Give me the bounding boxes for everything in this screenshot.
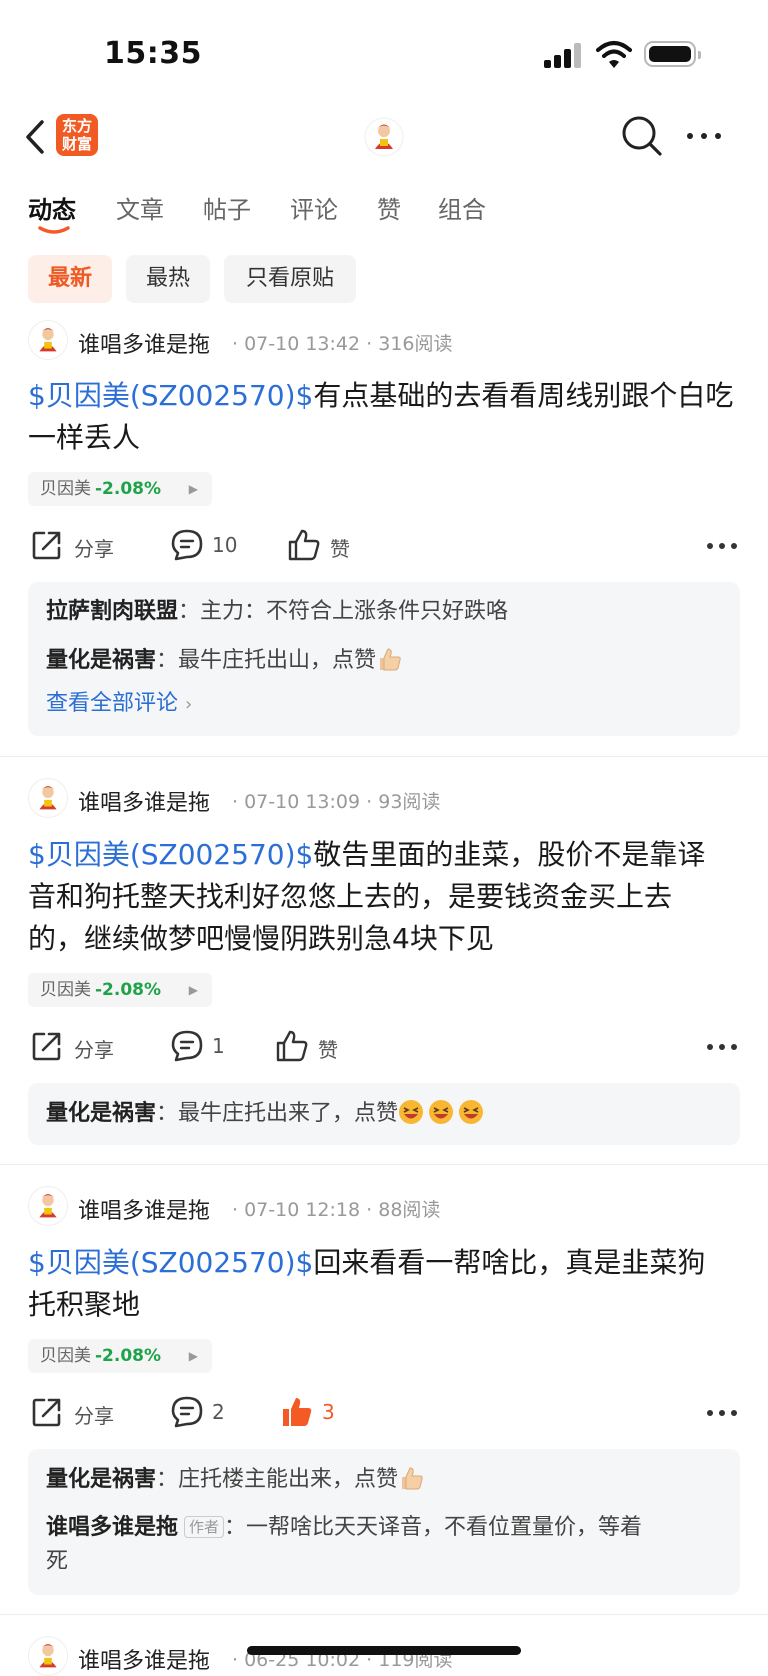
stock-link[interactable]: $贝因美(SZ002570)$	[28, 838, 313, 871]
tab-portfolio[interactable]: 组合	[438, 190, 486, 225]
post-divider	[0, 1164, 768, 1165]
like-label[interactable]: 赞	[330, 533, 350, 562]
share-label[interactable]: 分享	[74, 533, 114, 562]
app-logo[interactable]: 东方 财富	[56, 114, 98, 156]
tab-articles[interactable]: 文章	[116, 190, 164, 225]
filter-original-only[interactable]: 只看原贴	[224, 255, 356, 303]
active-tab-indicator	[38, 226, 70, 234]
thumb-up-icon[interactable]	[287, 528, 321, 562]
thumb-up-icon[interactable]	[275, 1029, 309, 1063]
thumbs-up-emoji-icon	[380, 648, 401, 671]
filter-latest[interactable]: 最新	[28, 255, 112, 303]
post-divider	[0, 756, 768, 757]
wifi-icon	[596, 41, 632, 68]
comment-item[interactable]: 量化是祸害：最牛庄托出山，点赞	[46, 644, 722, 678]
stock-tag[interactable]: 贝因美 -2.08% ▶	[28, 1339, 212, 1373]
triangle-right-icon: ▶	[188, 1349, 198, 1363]
author-badge: 作者	[184, 1516, 225, 1538]
laughing-emoji-icon	[459, 1100, 484, 1124]
comment-count[interactable]: 2	[212, 1400, 225, 1424]
post-meta: · 07-10 13:42 · 316阅读	[232, 333, 453, 355]
laughing-emoji-icon	[429, 1100, 454, 1124]
comment-box: 量化是祸害：最牛庄托出来了，点赞	[28, 1083, 740, 1145]
share-icon[interactable]	[30, 1029, 64, 1063]
post-content[interactable]: $贝因美(SZ002570)$敬告里面的韭菜，股价不是靠译 音和狗托整天找利好忽…	[28, 834, 740, 960]
post-more-icon[interactable]	[706, 541, 738, 551]
comment-count[interactable]: 1	[212, 1034, 225, 1058]
post-avatar-icon[interactable]	[28, 778, 68, 818]
laughing-emoji-icon	[399, 1100, 424, 1124]
chevron-right-icon: ›	[185, 694, 193, 715]
share-icon[interactable]	[30, 528, 64, 562]
post-content[interactable]: $贝因美(SZ002570)$有点基础的去看看周线别跟个白吃一样丢人	[28, 375, 740, 459]
post-username[interactable]: 谁唱多谁是拖	[78, 1193, 210, 1225]
share-label[interactable]: 分享	[74, 1400, 114, 1429]
stock-link[interactable]: $贝因美(SZ002570)$	[28, 1246, 313, 1279]
comment-box: 量化是祸害：庄托楼主能出来，点赞 谁唱多谁是拖 作者 ：一帮啥比天天译音，不看位置量…	[28, 1449, 740, 1595]
triangle-right-icon: ▶	[188, 482, 198, 496]
comment-item[interactable]: 量化是祸害：庄托楼主能出来，点赞	[46, 1463, 722, 1497]
post-meta: · 07-10 13:09 · 93阅读	[232, 791, 441, 813]
triangle-right-icon: ▶	[188, 983, 198, 997]
post-content[interactable]: $贝因美(SZ002570)$回来看看一帮啥比，真是韭菜狗 托积聚地	[28, 1242, 740, 1326]
like-count[interactable]: 3	[322, 1400, 335, 1424]
comment-item[interactable]: 拉萨割肉联盟：主力：不符合上涨条件只好跌咯	[46, 595, 722, 629]
like-label[interactable]: 赞	[318, 1034, 338, 1063]
share-icon[interactable]	[30, 1395, 64, 1429]
more-menu-icon[interactable]	[684, 126, 728, 146]
comment-count[interactable]: 10	[212, 533, 237, 557]
post-avatar-icon[interactable]	[28, 1186, 68, 1226]
post-username[interactable]: 谁唱多谁是拖	[78, 327, 210, 359]
post-username[interactable]: 谁唱多谁是拖	[78, 785, 210, 817]
comment-icon[interactable]	[170, 1029, 204, 1063]
comment-icon[interactable]	[170, 528, 204, 562]
view-all-comments-link[interactable]: 查看全部评论 ›	[46, 687, 722, 722]
home-indicator[interactable]	[247, 1646, 521, 1655]
thumb-up-filled-icon[interactable]	[280, 1395, 314, 1429]
post-avatar-icon[interactable]	[28, 320, 68, 360]
stock-link[interactable]: $贝因美(SZ002570)$	[28, 379, 313, 412]
back-chevron-icon[interactable]	[22, 118, 48, 156]
filter-hottest[interactable]: 最热	[126, 255, 210, 303]
comment-icon[interactable]	[170, 1395, 204, 1429]
share-label[interactable]: 分享	[74, 1034, 114, 1063]
post-username[interactable]: 谁唱多谁是拖	[78, 1643, 210, 1675]
tab-posts[interactable]: 帖子	[203, 190, 251, 225]
battery-icon	[644, 41, 701, 67]
thumbs-up-emoji-icon	[402, 1467, 423, 1490]
status-time: 15:35	[104, 36, 202, 71]
post-divider	[0, 1614, 768, 1615]
post-more-icon[interactable]	[706, 1408, 738, 1418]
stock-tag[interactable]: 贝因美 -2.08% ▶	[28, 472, 212, 506]
search-icon[interactable]	[620, 114, 664, 158]
tab-likes[interactable]: 赞	[377, 190, 401, 225]
user-avatar-icon[interactable]	[364, 117, 404, 157]
tab-comments[interactable]: 评论	[290, 190, 338, 225]
post-avatar-icon[interactable]	[28, 1636, 68, 1676]
comment-item[interactable]: 量化是祸害：最牛庄托出来了，点赞	[46, 1097, 722, 1131]
cellular-signal-icon	[544, 42, 584, 68]
comment-box: 拉萨割肉联盟：主力：不符合上涨条件只好跌咯 量化是祸害：最牛庄托出山，点赞 查看…	[28, 582, 740, 736]
stock-tag[interactable]: 贝因美 -2.08% ▶	[28, 973, 212, 1007]
post-meta: · 07-10 12:18 · 88阅读	[232, 1199, 441, 1221]
tab-dynamics[interactable]: 动态	[28, 190, 76, 225]
comment-item[interactable]: 谁唱多谁是拖 作者 ：一帮啥比天天译音，不看位置量价，等着 死	[46, 1511, 722, 1579]
post-more-icon[interactable]	[706, 1042, 738, 1052]
